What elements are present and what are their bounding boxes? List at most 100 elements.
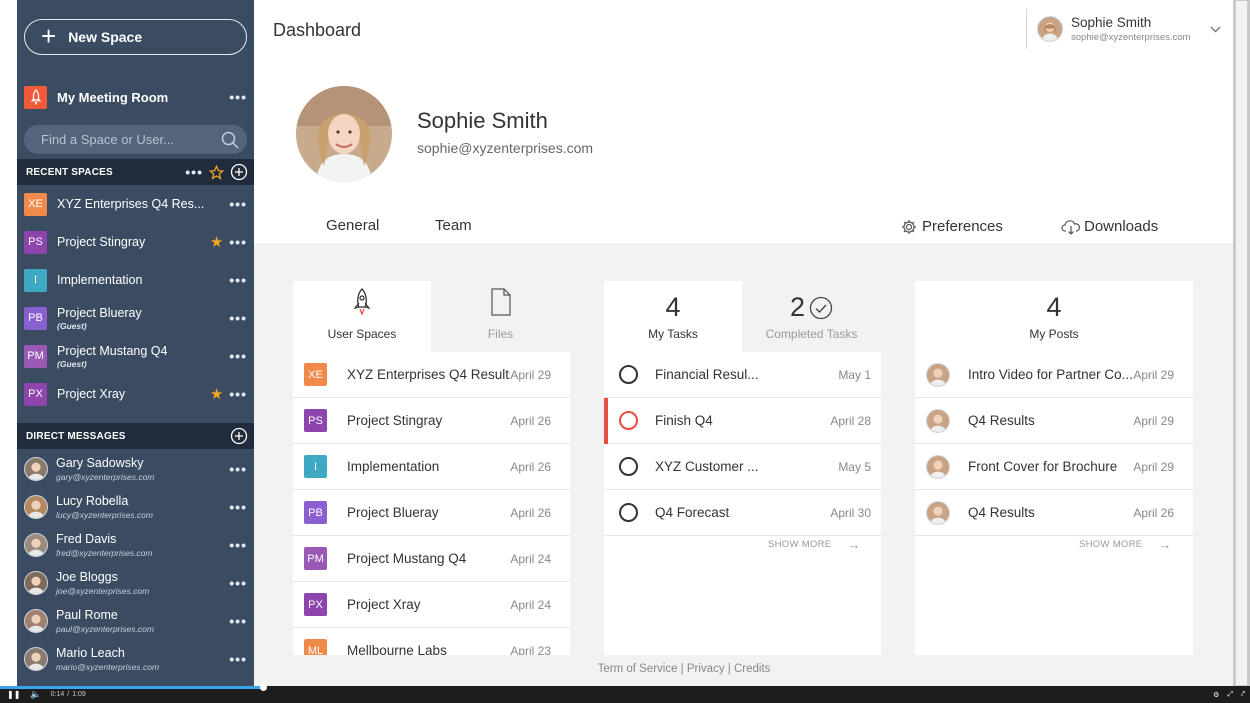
dm-name: Paul Rome [56,608,118,622]
star-icon[interactable]: ★ [210,233,223,251]
star-outline-icon[interactable] [209,164,224,180]
post-row[interactable]: Q4 Results April 29 [915,398,1193,444]
credits-link[interactable]: Credits [734,663,770,675]
more-icon[interactable]: ••• [229,651,247,667]
task-name: Q4 Forecast [655,505,730,520]
my-tasks-tab[interactable]: 4 My Tasks [604,281,742,352]
meeting-room-more-icon[interactable]: ••• [229,89,247,105]
scrollbar[interactable] [1233,0,1250,686]
task-row[interactable]: XYZ Customer ... May 5 [604,444,881,490]
more-icon[interactable]: ••• [229,196,247,212]
more-icon[interactable]: ••• [229,575,247,591]
space-avatar: PB [304,501,327,524]
avatar [24,571,48,595]
recent-space-item[interactable]: PS Project Stingray ★ ••• [24,229,247,255]
more-icon[interactable]: ••• [229,461,247,477]
task-row[interactable]: Finish Q4 April 28 [604,398,881,444]
more-icon[interactable]: ••• [229,499,247,515]
more-icon[interactable]: ••• [229,234,247,250]
more-icon[interactable]: ••• [229,310,247,326]
recent-space-item[interactable]: I Implementation ••• [24,267,247,293]
posts-show-more-label: SHOW MORE [1079,539,1143,550]
completed-tasks-tab[interactable]: 2 Completed Tasks [742,281,881,352]
more-icon[interactable]: ••• [229,537,247,553]
user-info: Sophie Smith sophie@xyzenterprises.com [1071,15,1210,43]
space-row[interactable]: PM Project Mustang Q4 April 24 [293,536,570,582]
recent-space-item[interactable]: XE XYZ Enterprises Q4 Res... ••• [24,191,247,217]
tab-team[interactable]: Team [435,217,472,234]
dm-item[interactable]: Lucy Robella lucy@xyzenterprises.com ••• [24,490,247,524]
dm-item[interactable]: Mario Leach mario@xyzenterprises.com ••• [24,642,247,676]
downloads-link[interactable]: Downloads [1061,218,1158,235]
search-input[interactable] [41,132,217,147]
task-checkbox[interactable] [619,457,638,476]
recent-space-item[interactable]: PX Project Xray ★ ••• [24,381,247,407]
page-title: Dashboard [273,20,362,40]
more-icon[interactable]: ••• [229,386,247,402]
chevron-down-icon[interactable] [1210,20,1221,38]
dm-item[interactable]: Fred Davis fred@xyzenterprises.com ••• [24,528,247,562]
task-checkbox[interactable] [619,503,638,522]
arrow-right-icon: → [1158,537,1172,552]
space-row[interactable]: XE XYZ Enterprises Q4 Results April 29 [293,352,570,398]
fullscreen-icon[interactable]: ⤢ [1227,691,1233,699]
recent-space-name: Project Blueray [57,305,142,320]
recent-more-icon[interactable]: ••• [185,164,203,180]
terms-link[interactable]: Term of Service [598,663,678,675]
recent-space-item[interactable]: PM Project Mustang Q4 (Guest) ••• [24,343,247,369]
dm-item[interactable]: Gary Sadowsky gary@xyzenterprises.com ••• [24,452,247,486]
dm-item[interactable]: Joe Bloggs joe@xyzenterprises.com ••• [24,566,247,600]
progress-knob[interactable] [259,684,267,691]
space-row[interactable]: PX Project Xray April 24 [293,582,570,628]
dm-email: joe@xyzenterprises.com [56,586,150,596]
space-row[interactable]: PB Project Blueray April 26 [293,490,570,536]
search-icon[interactable] [217,127,243,153]
add-message-icon[interactable] [230,427,248,445]
tab-general[interactable]: General [296,217,409,249]
playback-progress[interactable] [0,684,267,691]
dashboard-content: User Spaces Files XE XYZ Enterprises Q4 R… [254,243,1233,686]
add-space-icon[interactable] [230,163,248,181]
dm-item[interactable]: Paul Rome paul@xyzenterprises.com ••• [24,604,247,638]
recent-spaces-title: RECENT SPACES [26,166,113,178]
space-avatar: PX [24,382,47,406]
user-menu[interactable]: Sophie Smith sophie@xyzenterprises.com [1026,9,1233,49]
new-space-button[interactable]: + New Space [24,19,247,55]
recent-space-item[interactable]: PB Project Blueray (Guest) ••• [24,305,247,331]
more-icon[interactable]: ••• [229,348,247,364]
privacy-link[interactable]: Privacy [687,663,725,675]
dm-text: Paul Rome paul@xyzenterprises.com [56,608,229,634]
spaces-card: User Spaces Files XE XYZ Enterprises Q4 R… [293,281,570,655]
files-tab[interactable]: Files [431,281,570,352]
posts-show-more[interactable]: SHOW MORE → [1079,537,1172,552]
sidebar: + New Space My Meeting Room ••• RECENT S… [17,0,254,686]
space-row[interactable]: ML Mellbourne Labs April 23 [293,628,570,655]
task-checkbox[interactable] [619,411,638,430]
volume-icon[interactable]: 🔈 [30,689,41,700]
task-checkbox[interactable] [619,365,638,384]
task-row[interactable]: Financial Resul... May 1 [604,352,881,398]
share-icon[interactable]: ⤤ [1241,691,1245,699]
pause-icon[interactable]: ❚❚ [7,690,20,699]
space-row[interactable]: I Implementation April 26 [293,444,570,490]
task-row[interactable]: Q4 Forecast April 30 [604,490,881,536]
post-row[interactable]: Front Cover for Brochure April 29 [915,444,1193,490]
star-icon[interactable]: ★ [210,385,223,403]
my-posts-tab[interactable]: 4 My Posts [915,281,1193,352]
post-author-avatar [926,362,950,387]
avatar [24,647,48,671]
tasks-show-more[interactable]: SHOW MORE → [768,537,861,552]
space-avatar: ML [304,639,327,655]
direct-messages-title: DIRECT MESSAGES [26,430,126,442]
post-row[interactable]: Q4 Results April 26 [915,490,1193,536]
user-spaces-tab[interactable]: User Spaces [293,281,431,352]
more-icon[interactable]: ••• [229,613,247,629]
my-posts-label: My Posts [1029,327,1079,341]
more-icon[interactable]: ••• [229,272,247,288]
post-row[interactable]: Intro Video for Partner Co... April 29 [915,352,1193,398]
settings-icon[interactable]: ⚙ [1213,691,1219,699]
my-meeting-room[interactable]: My Meeting Room ••• [24,84,247,110]
preferences-link[interactable]: Preferences [901,218,1003,235]
scrollbar-thumb[interactable] [1235,0,1248,686]
space-row[interactable]: PS Project Stingray April 26 [293,398,570,444]
